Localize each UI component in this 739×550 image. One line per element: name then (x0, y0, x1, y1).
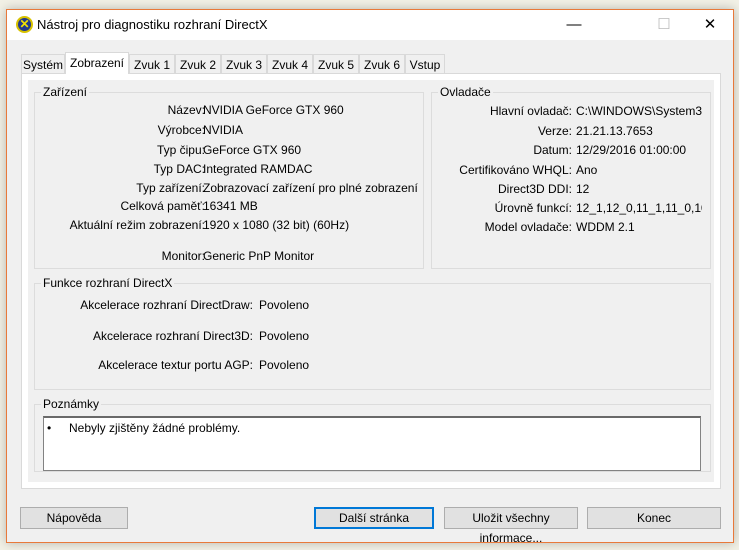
tab-panel: Zařízení Název: NVIDIA GeForce GTX 960 Výr… (21, 73, 721, 489)
tab-system[interactable]: Systém (21, 54, 65, 74)
notes-group: Poznámky • Nebyly zjištěny žádné problém… (34, 397, 711, 472)
tab-sound-3[interactable]: Zvuk 3 (221, 54, 267, 74)
save-all-info-button[interactable]: Uložit všechny informace... (444, 507, 578, 545)
help-button[interactable]: Nápověda (20, 507, 128, 529)
drivers-value: Ano (576, 163, 598, 177)
features-value: Povoleno (259, 329, 310, 343)
device-value: 16341 MB (203, 199, 258, 213)
close-button[interactable]: ✕ (687, 10, 733, 40)
drivers-group-title: Ovladače (438, 85, 493, 99)
device-value: Integrated RAMDAC (203, 162, 313, 176)
tab-sound-2[interactable]: Zvuk 2 (175, 54, 221, 74)
dxdiag-window: ✕ Nástroj pro diagnostiku rozhraní Direc… (6, 9, 734, 545)
note-item: Nebyly zjištěny žádné problémy. (69, 421, 241, 435)
drivers-label: Verze: (537, 124, 572, 138)
device-value: NVIDIA (203, 123, 244, 137)
drivers-label: Direct3D DDI: (497, 182, 572, 196)
maximize-button[interactable]: ☐ (641, 10, 687, 40)
directx-x-icon: ✕ (16, 16, 33, 33)
features-group: Funkce rozhraní DirectX Akcelerace rozhr… (34, 276, 711, 390)
drivers-value: C:\WINDOWS\System32\DriverStore (576, 104, 702, 118)
title-bar[interactable]: ✕ Nástroj pro diagnostiku rozhraní Direc… (7, 10, 733, 40)
drivers-value: 21.21.13.7653 (576, 124, 653, 138)
minimize-button[interactable]: — (551, 10, 597, 40)
device-label: Název: (167, 103, 205, 117)
device-label: Výrobce: (157, 123, 205, 137)
features-label: Akcelerace rozhraní Direct3D: (92, 329, 253, 343)
exit-button[interactable]: Konec (587, 507, 721, 529)
tab-sound-5[interactable]: Zvuk 5 (313, 54, 359, 74)
drivers-label: Datum: (533, 143, 572, 157)
device-label: Typ zařízení: (136, 181, 205, 195)
tab-sound-6[interactable]: Zvuk 6 (359, 54, 405, 74)
drivers-label: Hlavní ovladač: (489, 104, 572, 118)
device-value: GeForce GTX 960 (203, 143, 302, 157)
features-label: Akcelerace textur portu AGP: (98, 358, 253, 372)
window-title: Nástroj pro diagnostiku rozhraní DirectX (37, 17, 268, 32)
tab-sound-4[interactable]: Zvuk 4 (267, 54, 313, 74)
notes-box[interactable]: • Nebyly zjištěny žádné problémy. (43, 416, 701, 471)
tab-display[interactable]: Zobrazení (65, 52, 129, 74)
tab-sound-1[interactable]: Zvuk 1 (129, 54, 175, 74)
drivers-value: 12/29/2016 01:00:00 (576, 143, 687, 157)
tab-input[interactable]: Vstup (405, 54, 445, 74)
device-label: Typ čipu: (156, 143, 205, 157)
features-group-title: Funkce rozhraní DirectX (41, 276, 175, 290)
bullet-icon: • (47, 421, 52, 435)
drivers-value: 12_1,12_0,11_1,11_0,10_1 (576, 201, 702, 215)
next-page-button[interactable]: Další stránka (314, 507, 434, 529)
drivers-label: Model ovladače: (484, 220, 572, 234)
device-value: NVIDIA GeForce GTX 960 (203, 103, 344, 117)
device-label: Celková paměť: (120, 199, 205, 213)
drivers-value: 12 (576, 182, 590, 196)
drivers-value: WDDM 2.1 (576, 220, 635, 234)
drivers-label: Certifikováno WHQL: (459, 163, 572, 177)
features-label: Akcelerace rozhraní DirectDraw: (80, 298, 253, 312)
features-value: Povoleno (259, 298, 310, 312)
device-group-title: Zařízení (41, 85, 90, 99)
device-value: Zobrazovací zařízení pro plné zobrazení (203, 181, 418, 195)
drivers-label: Úrovně funkcí: (494, 201, 572, 215)
features-value: Povoleno (259, 358, 310, 372)
device-value: 1920 x 1080 (32 bit) (60Hz) (203, 218, 350, 232)
notes-group-title: Poznámky (41, 397, 102, 411)
drivers-group: Ovladače Hlavní ovladač: C:\WINDOWS\Syste… (431, 85, 711, 269)
device-label: Typ DAC: (153, 162, 205, 176)
device-label: Aktuální režim zobrazení: (69, 218, 205, 232)
device-group: Zařízení Název: NVIDIA GeForce GTX 960 Výr… (34, 85, 424, 269)
device-label: Monitor: (161, 249, 205, 263)
device-value: Generic PnP Monitor (203, 249, 315, 263)
